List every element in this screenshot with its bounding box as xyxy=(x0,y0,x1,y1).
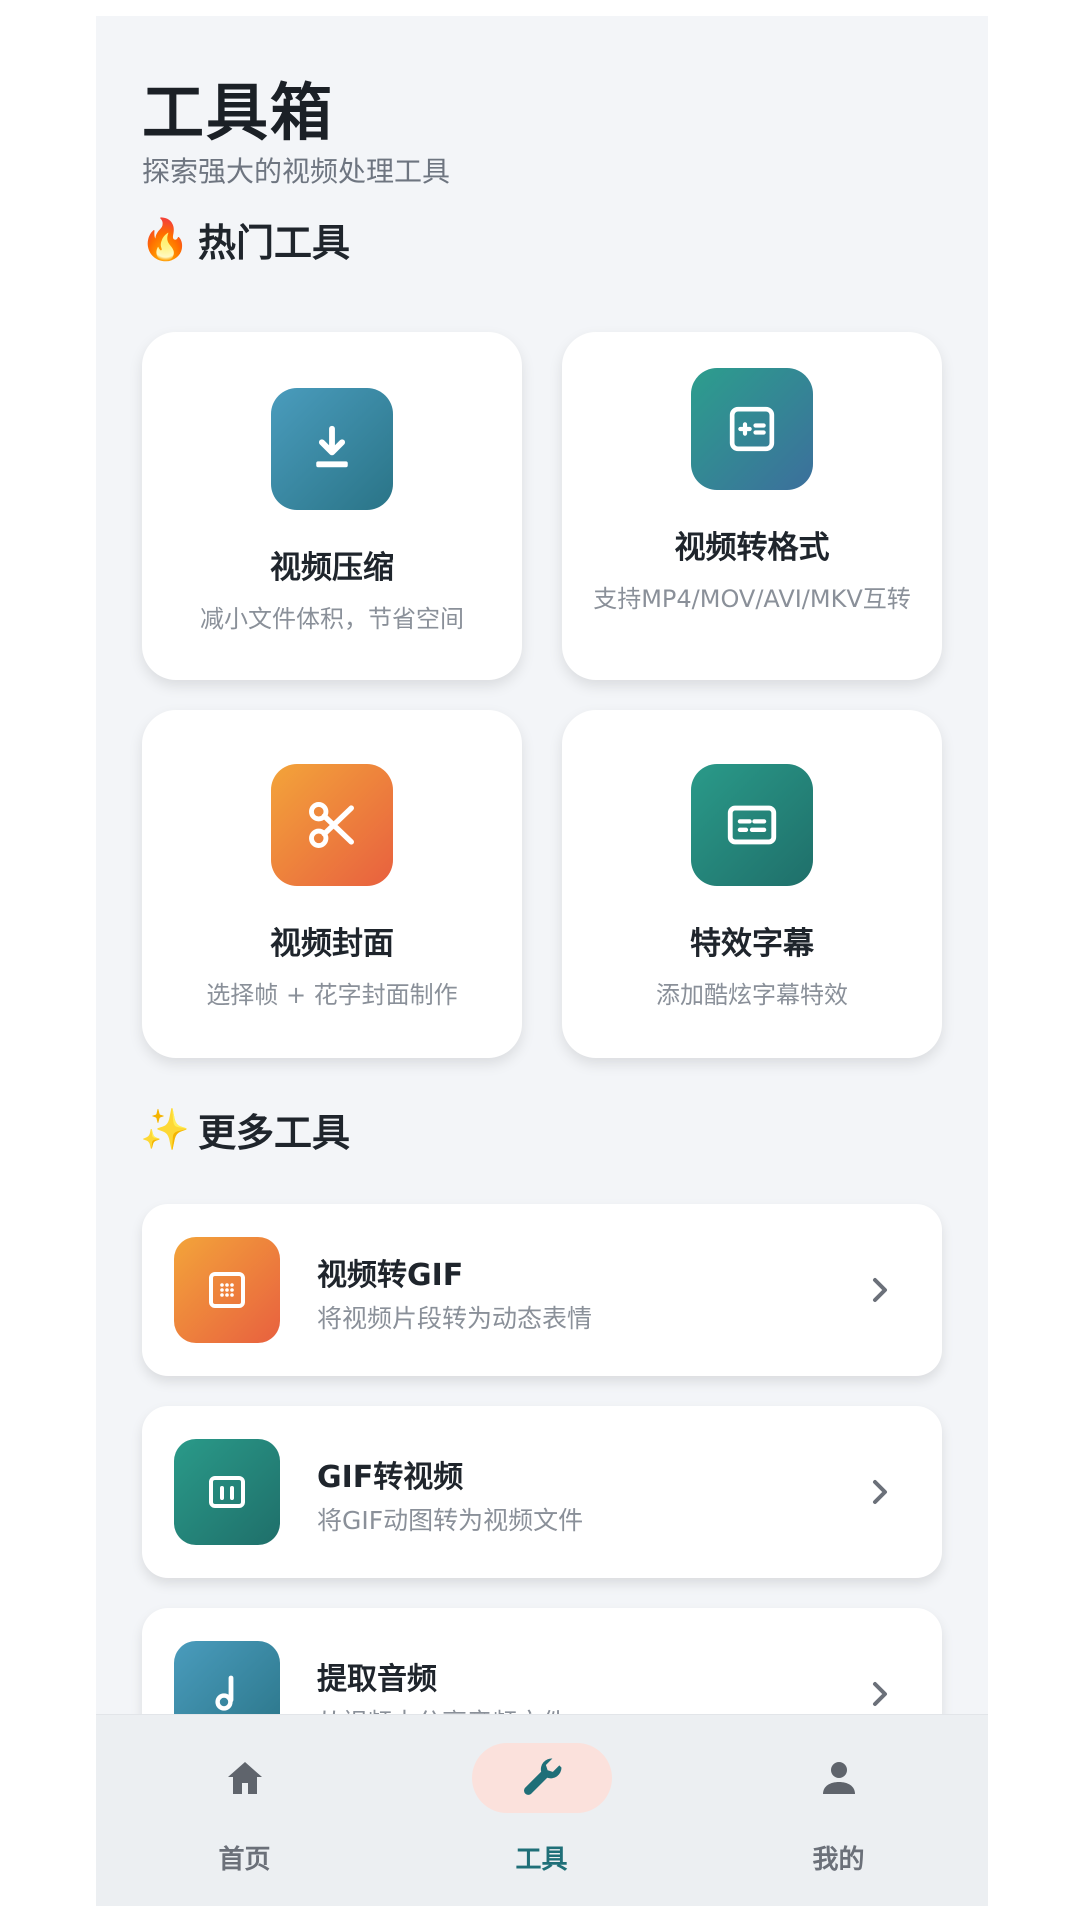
page-title: 工具箱 xyxy=(142,76,335,149)
tool-card-effect-subtitles[interactable]: 特效字幕 添加酷炫字幕特效 xyxy=(562,710,942,1058)
page-subtitle: 探索强大的视频处理工具 xyxy=(142,155,451,188)
list-item-desc: 将GIF动图转为视频文件 xyxy=(317,1506,584,1535)
gif-icon xyxy=(174,1237,280,1343)
section-title-hot: 热门工具 xyxy=(198,221,351,265)
section-header-more: ✨ 更多工具 xyxy=(140,1102,350,1157)
fire-icon: 🔥 xyxy=(140,216,190,263)
download-icon xyxy=(271,388,393,510)
chevron-right-icon xyxy=(873,1278,887,1302)
nav-pill xyxy=(769,1743,909,1813)
music-note-icon xyxy=(174,1641,280,1714)
list-item-gif-to-video[interactable]: GIF转视频 将GIF动图转为视频文件 xyxy=(142,1406,942,1578)
nav-item-tools[interactable]: 工具 xyxy=(393,1715,690,1906)
card-desc: 添加酷炫字幕特效 xyxy=(656,981,848,1009)
tool-card-format-convert[interactable]: 视频转格式 支持MP4/MOV/AVI/MKV互转 xyxy=(562,332,942,680)
sparkles-icon: ✨ xyxy=(140,1106,190,1153)
list-item-video-to-gif[interactable]: 视频转GIF 将视频片段转为动态表情 xyxy=(142,1204,942,1376)
nav-label: 首页 xyxy=(218,1845,271,1875)
nav-item-profile[interactable]: 我的 xyxy=(690,1715,987,1906)
chevron-right-icon xyxy=(873,1682,887,1706)
tool-card-video-cover[interactable]: 视频封面 选择帧 + 花字封面制作 xyxy=(142,710,522,1058)
convert-format-icon xyxy=(691,368,813,490)
list-item-title: 视频转GIF xyxy=(317,1258,464,1293)
scissors-icon xyxy=(271,764,393,886)
list-item-title: GIF转视频 xyxy=(317,1460,464,1495)
bottom-nav: 首页 工具 我的 xyxy=(96,1714,988,1906)
nav-item-home[interactable]: 首页 xyxy=(96,1715,393,1906)
list-item-title: 提取音频 xyxy=(317,1662,437,1697)
nav-label: 工具 xyxy=(515,1845,568,1875)
list-item-extract-audio[interactable]: 提取音频 从视频中分离音频文件 xyxy=(142,1608,942,1714)
section-title-more: 更多工具 xyxy=(198,1111,351,1155)
card-title: 视频转格式 xyxy=(674,530,830,566)
home-icon xyxy=(227,1762,262,1794)
nav-label: 我的 xyxy=(812,1845,865,1875)
card-title: 视频压缩 xyxy=(270,550,394,586)
nav-pill xyxy=(175,1743,315,1813)
card-desc: 支持MP4/MOV/AVI/MKV互转 xyxy=(593,585,911,613)
nav-pill-active xyxy=(471,1743,612,1813)
card-desc: 减小文件体积，节省空间 xyxy=(200,605,464,633)
wrench-icon xyxy=(523,1758,561,1795)
person-icon xyxy=(822,1762,855,1794)
app-screen: 工具箱 探索强大的视频处理工具 🔥 热门工具 视频压缩 减小文件体积，节省空间 … xyxy=(96,16,988,1906)
tool-card-video-compress[interactable]: 视频压缩 减小文件体积，节省空间 xyxy=(142,332,522,680)
card-desc: 选择帧 + 花字封面制作 xyxy=(206,981,458,1009)
video-frame-icon xyxy=(174,1439,280,1545)
list-item-desc: 将视频片段转为动态表情 xyxy=(317,1304,593,1333)
list-item-desc: 从视频中分离音频文件 xyxy=(317,1703,567,1714)
card-title: 视频封面 xyxy=(270,926,394,962)
section-header-hot: 🔥 热门工具 xyxy=(140,212,350,267)
subtitles-icon xyxy=(691,764,813,886)
chevron-right-icon xyxy=(873,1480,887,1504)
card-title: 特效字幕 xyxy=(690,926,814,962)
scroll-content[interactable]: 工具箱 探索强大的视频处理工具 🔥 热门工具 视频压缩 减小文件体积，节省空间 … xyxy=(96,16,988,1714)
